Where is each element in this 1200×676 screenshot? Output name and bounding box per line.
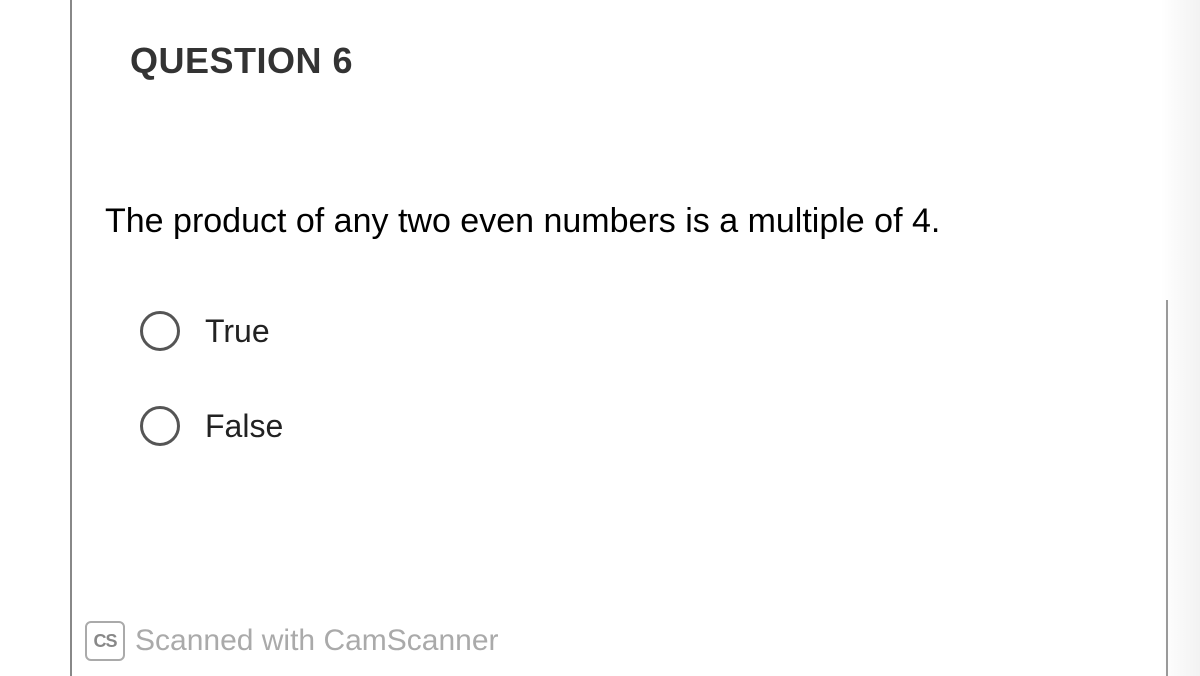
question-prompt: The product of any two even numbers is a… (105, 202, 1200, 241)
left-margin-line (70, 0, 72, 676)
watermark-text: Scanned with CamScanner (135, 624, 499, 658)
camscanner-watermark: CS Scanned with CamScanner (85, 621, 499, 661)
option-true[interactable]: True (140, 311, 1200, 351)
right-edge-line (1166, 300, 1168, 676)
option-label: True (205, 313, 270, 350)
question-heading: QUESTION 6 (130, 40, 1200, 82)
camscanner-logo-icon: CS (85, 621, 125, 661)
radio-icon (140, 406, 180, 446)
option-label: False (205, 408, 283, 445)
question-content: QUESTION 6 The product of any two even n… (70, 0, 1200, 446)
options-group: True False (140, 311, 1200, 446)
radio-icon (140, 311, 180, 351)
option-false[interactable]: False (140, 406, 1200, 446)
page-container: QUESTION 6 The product of any two even n… (0, 0, 1200, 676)
